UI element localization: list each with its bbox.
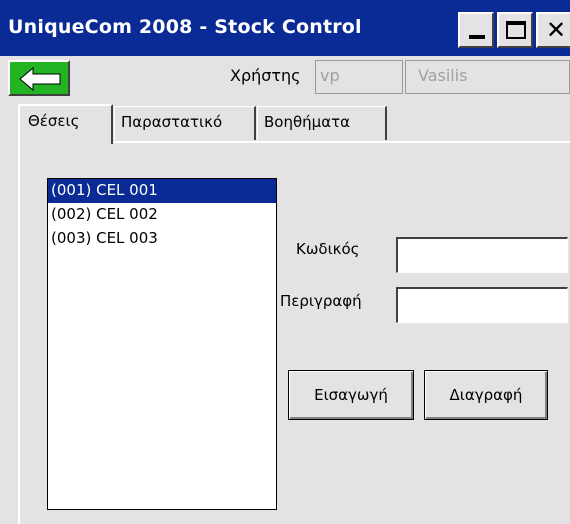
minimize-icon: [469, 35, 485, 39]
maximize-button[interactable]: [497, 12, 533, 48]
close-icon: ✕: [546, 16, 567, 44]
code-field[interactable]: [396, 237, 568, 273]
close-button[interactable]: ✕: [536, 12, 570, 48]
tab-tools[interactable]: Βοηθήματα: [257, 106, 387, 140]
user-name-field: Vasilis: [405, 60, 570, 94]
list-item[interactable]: (003) CEL 003: [48, 227, 276, 251]
code-label: Κωδικός: [296, 240, 360, 258]
title-bar: UniqueCom 2008 - Stock Control ✕: [0, 0, 570, 56]
back-button[interactable]: [8, 60, 70, 96]
minimize-button[interactable]: [458, 12, 494, 48]
user-code-field: vp: [315, 60, 403, 94]
app-window: UniqueCom 2008 - Stock Control ✕ Χρήστης…: [0, 0, 570, 524]
description-label: Περιγραφή: [280, 292, 362, 310]
user-label: Χρήστης: [230, 66, 301, 85]
arrow-left-icon: [19, 66, 61, 92]
delete-button[interactable]: Διαγραφή: [424, 370, 548, 420]
list-item[interactable]: (002) CEL 002: [48, 203, 276, 227]
maximize-icon: [506, 21, 526, 39]
locations-listbox[interactable]: (001) CEL 001 (002) CEL 002 (003) CEL 00…: [47, 178, 277, 510]
description-field[interactable]: [396, 287, 568, 323]
tab-locations[interactable]: Θέσεις: [18, 104, 113, 144]
window-title: UniqueCom 2008 - Stock Control: [8, 16, 362, 38]
tab-document[interactable]: Παραστατικό: [114, 106, 256, 140]
insert-button[interactable]: Εισαγωγή: [288, 370, 414, 420]
list-item[interactable]: (001) CEL 001: [48, 179, 276, 203]
